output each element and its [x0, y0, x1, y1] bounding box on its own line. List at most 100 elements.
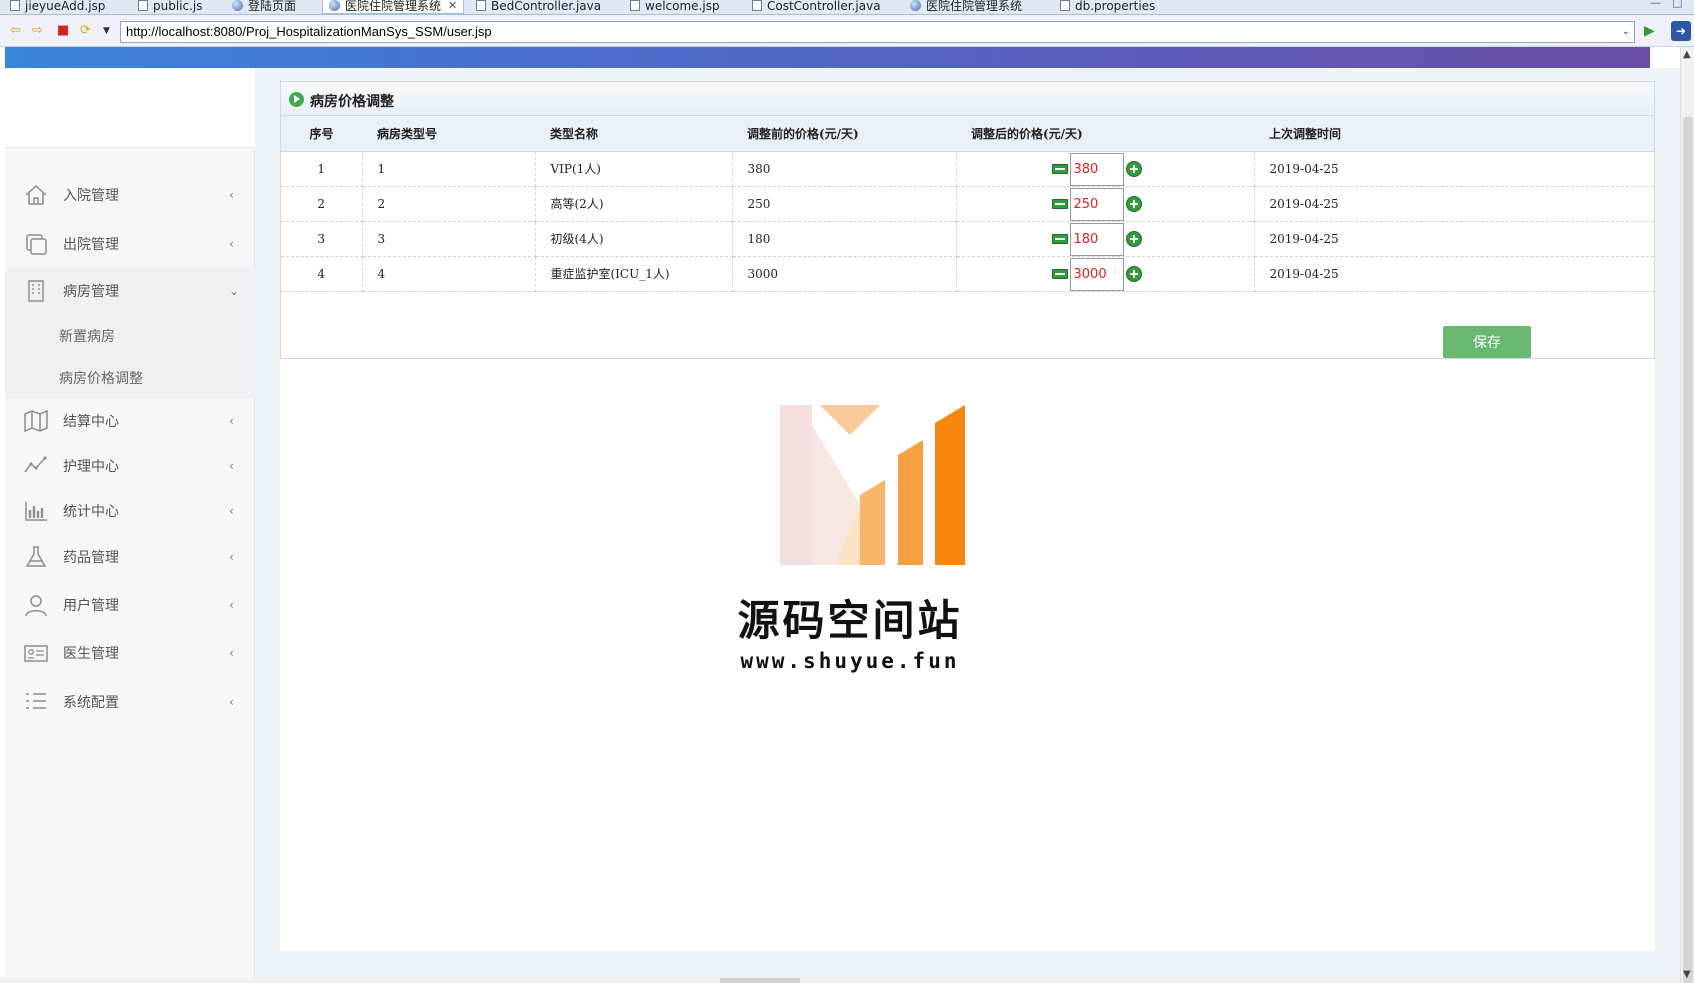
cell-last-time: 2019-04-25 — [1254, 256, 1654, 292]
col-header-type-no: 病房类型号 — [362, 116, 535, 152]
new-price-input[interactable]: 3000 — [1069, 257, 1124, 291]
increase-price-button[interactable] — [1125, 161, 1142, 177]
sidebar-item-discharge[interactable]: 出院管理 ‹ — [5, 221, 255, 267]
editor-tab-strip: jieyueAdd.jsp public.js 登陆页面 医院住院管理系统 ✕ … — [0, 0, 1694, 15]
tab-welcome-jsp[interactable]: welcome.jsp — [624, 0, 726, 14]
scroll-down-icon[interactable]: ▼ — [1683, 969, 1691, 980]
cell-index: 3 — [281, 221, 363, 257]
submenu-ward-price-adjust[interactable]: 病房价格调整 — [5, 356, 255, 398]
cell-new-price: 250 — [956, 186, 1255, 222]
globe-icon — [329, 0, 340, 11]
chevron-left-icon: ‹ — [229, 459, 234, 473]
watermark-logo: 源码空间站 www.shuyue.fun — [735, 385, 965, 685]
history-dropdown-icon[interactable]: ▼ — [103, 24, 110, 38]
open-external-icon[interactable]: ➜ — [1671, 21, 1691, 41]
col-header-old-price: 调整前的价格(元/天) — [732, 116, 956, 152]
forward-arrow-icon[interactable]: ⇨ — [32, 24, 43, 38]
tab-bedcontroller[interactable]: BedController.java — [470, 0, 607, 14]
maximize-icon[interactable]: □ — [1672, 0, 1682, 9]
chevron-left-icon: ‹ — [229, 504, 234, 518]
new-price-input[interactable]: 180 — [1069, 222, 1124, 256]
cell-last-time: 2019-04-25 — [1254, 186, 1654, 222]
chevron-left-icon: ‹ — [229, 598, 234, 612]
tab-hospital-system-active[interactable]: 医院住院管理系统 ✕ — [322, 0, 465, 14]
go-icon[interactable]: ▶ — [1644, 23, 1655, 39]
tab-hospital-system-2[interactable]: 医院住院管理系统 — [904, 0, 1028, 14]
file-icon — [1060, 0, 1070, 11]
decrease-price-button[interactable] — [1051, 199, 1068, 209]
table-row: 1 1 VIP(1人) 380 380 2019-04-25 — [281, 151, 1654, 187]
globe-icon — [910, 0, 921, 11]
sidebar-item-statistics[interactable]: 统计中心 ‹ — [5, 488, 255, 534]
id-card-icon — [24, 645, 48, 662]
home-icon — [25, 184, 47, 205]
save-button[interactable]: 保存 — [1443, 326, 1531, 358]
sidebar-item-users[interactable]: 用户管理 ‹ — [5, 582, 255, 628]
chevron-left-icon: ‹ — [229, 237, 234, 251]
horizontal-scrollbar[interactable] — [0, 978, 1680, 983]
url-dropdown-icon[interactable]: ⌄ — [1622, 22, 1630, 42]
cell-index: 2 — [281, 186, 363, 222]
watermark-url: www.shuyue.fun — [740, 649, 960, 673]
decrease-price-button[interactable] — [1051, 164, 1068, 174]
tab-jieyueadd[interactable]: jieyueAdd.jsp — [4, 0, 111, 14]
main-content: 病房价格调整 序号 病房类型号 类型名称 调整前的价格(元/天) 调整后的价格(… — [255, 68, 1680, 983]
sidebar-item-settlement[interactable]: 结算中心 ‹ — [5, 398, 255, 444]
minimize-icon[interactable]: — — [1650, 0, 1661, 9]
url-input[interactable]: http://localhost:8080/Proj_Hospitalizati… — [120, 21, 1635, 43]
chevron-left-icon: ‹ — [229, 550, 234, 564]
page-viewport: 入院管理 ‹ 出院管理 ‹ 病房管理 ⌄ 新置病房 病房价格调整 结算中心 ‹ … — [0, 47, 1680, 983]
cell-type-name: 高等(2人) — [535, 186, 733, 222]
decrease-price-button[interactable] — [1051, 269, 1068, 279]
scrollbar-thumb[interactable] — [720, 978, 800, 983]
cell-type-no: 2 — [362, 186, 536, 222]
table-row: 4 4 重症监护室(ICU_1人) 3000 3000 2019-04-25 — [281, 256, 1654, 292]
vertical-scrollbar[interactable]: ▲ ▼ — [1680, 47, 1694, 983]
increase-price-button[interactable] — [1125, 266, 1142, 282]
browser-toolbar: ⇦ ⇨ ■ ⟳ ▼ http://localhost:8080/Proj_Hos… — [0, 15, 1694, 47]
sidebar-item-config[interactable]: 系统配置 ‹ — [5, 679, 255, 725]
new-price-input[interactable]: 250 — [1069, 187, 1124, 221]
decrease-price-button[interactable] — [1051, 234, 1068, 244]
cell-old-price: 250 — [732, 186, 957, 222]
stop-icon[interactable]: ■ — [57, 24, 69, 38]
sidebar-item-doctors[interactable]: 医生管理 ‹ — [5, 630, 255, 676]
sidebar-item-pharmacy[interactable]: 药品管理 ‹ — [5, 534, 255, 580]
sidebar-item-admission[interactable]: 入院管理 ‹ — [5, 172, 255, 218]
cell-type-no: 3 — [362, 221, 536, 257]
col-header-index: 序号 — [281, 116, 362, 152]
chevron-left-icon: ‹ — [229, 414, 234, 428]
sidebar-item-nursing[interactable]: 护理中心 ‹ — [5, 443, 255, 489]
refresh-icon[interactable]: ⟳ — [80, 24, 91, 38]
tab-costcontroller[interactable]: CostController.java — [746, 0, 887, 14]
panel-title: 病房价格调整 — [310, 94, 394, 110]
watermark-name: 源码空间站 — [737, 596, 963, 645]
col-header-new-price: 调整后的价格(元/天) — [956, 116, 1254, 152]
cell-type-no: 1 — [362, 151, 536, 187]
increase-price-button[interactable] — [1125, 196, 1142, 212]
scrollbar-thumb[interactable] — [1683, 117, 1693, 983]
back-arrow-icon[interactable]: ⇦ — [10, 24, 21, 38]
chevron-left-icon: ‹ — [229, 695, 234, 709]
file-icon — [138, 0, 148, 11]
content-card: 病房价格调整 序号 病房类型号 类型名称 调整前的价格(元/天) 调整后的价格(… — [280, 81, 1655, 951]
header-banner — [5, 47, 1650, 68]
tab-db-properties[interactable]: db.properties — [1054, 0, 1161, 14]
play-circle-icon — [289, 92, 304, 107]
sidebar-item-ward[interactable]: 病房管理 ⌄ — [5, 268, 255, 314]
increase-price-button[interactable] — [1125, 231, 1142, 247]
cell-last-time: 2019-04-25 — [1254, 221, 1654, 257]
watermark-logo-icon — [780, 405, 965, 565]
cell-new-price: 380 — [956, 151, 1255, 187]
close-tab-icon[interactable]: ✕ — [448, 0, 457, 12]
tab-public-js[interactable]: public.js — [132, 0, 209, 14]
file-icon — [752, 0, 762, 11]
cell-index: 1 — [281, 151, 363, 187]
scroll-up-icon[interactable]: ▲ — [1683, 49, 1691, 60]
trend-icon — [24, 456, 47, 473]
cell-index: 4 — [281, 256, 363, 292]
new-price-input[interactable]: 380 — [1069, 152, 1124, 186]
cell-type-name: 初级(4人) — [535, 221, 733, 257]
tab-login-page[interactable]: 登陆页面 — [226, 0, 302, 14]
submenu-new-ward[interactable]: 新置病房 — [5, 314, 255, 356]
